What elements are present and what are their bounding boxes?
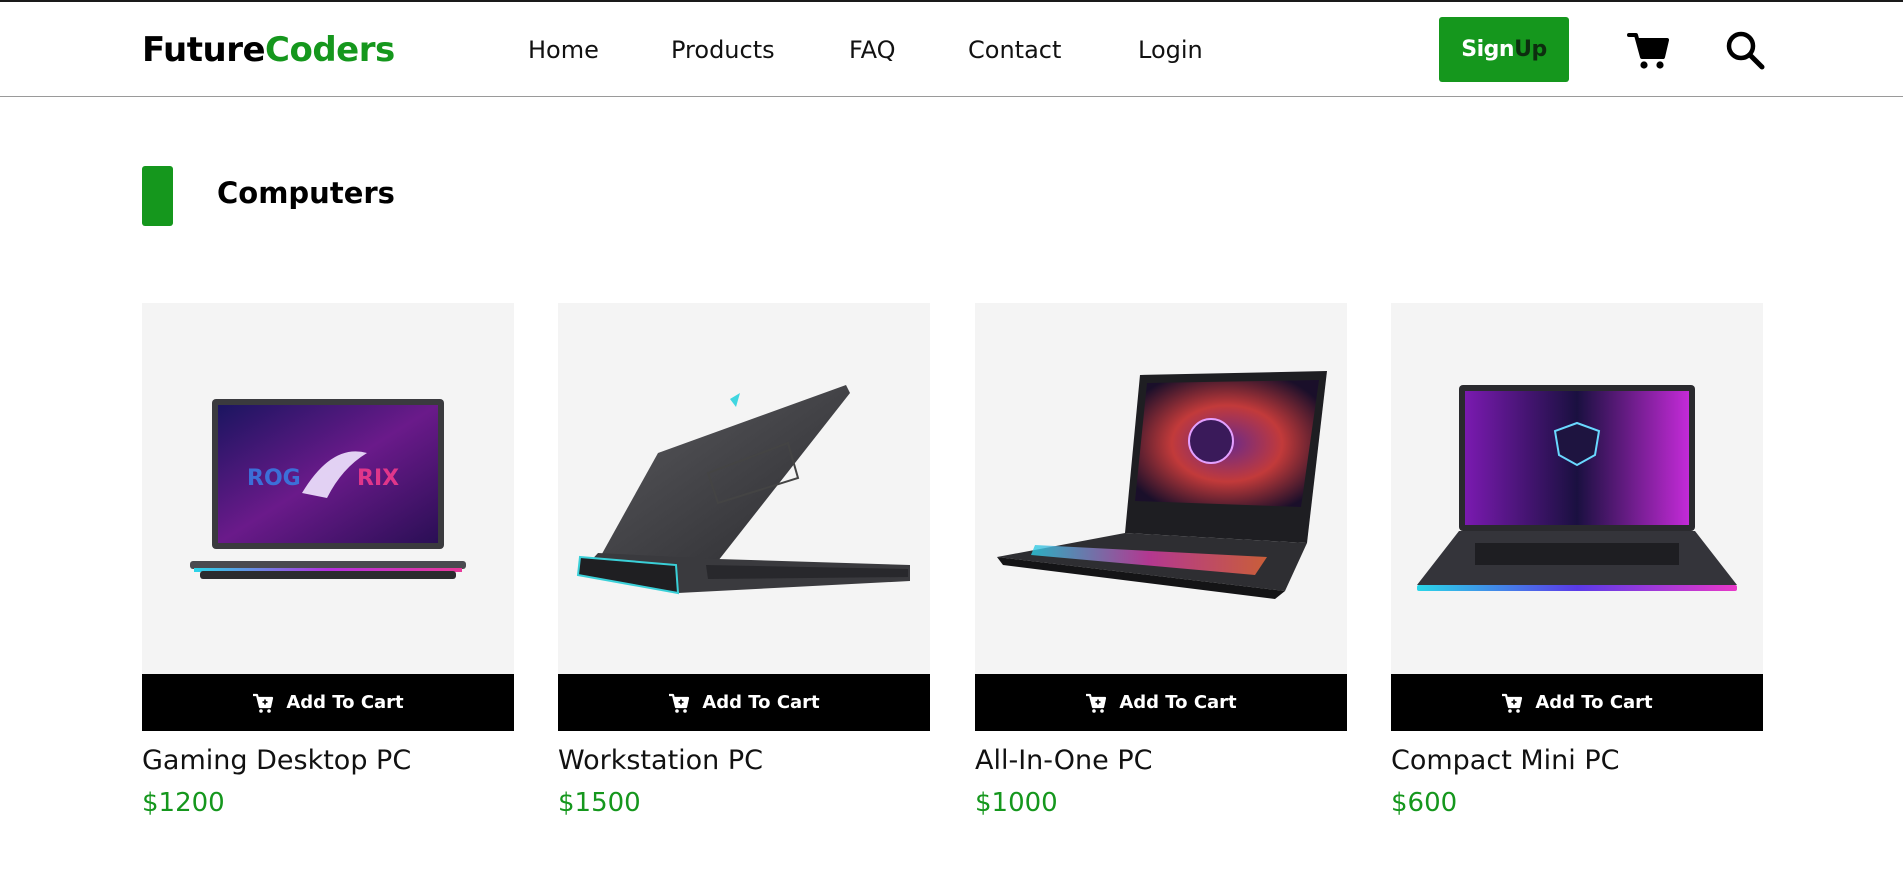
site-header: FutureCoders Home Products FAQ Contact L…	[0, 2, 1903, 97]
product-image-laptop-angle-msi[interactable]	[975, 303, 1347, 674]
product-card: ROG RIX Add To Cart Gaming Desktop PC $1…	[142, 303, 514, 818]
product-image-laptop-front-rog[interactable]: ROG RIX	[142, 303, 514, 674]
nav-login[interactable]: Login	[1138, 36, 1203, 64]
brand-name-part2: Coders	[265, 30, 395, 70]
section-marker	[142, 166, 173, 226]
add-to-cart-label: Add To Cart	[286, 692, 404, 713]
brand-name-part1: Future	[142, 30, 266, 70]
nav-contact[interactable]: Contact	[968, 36, 1061, 64]
add-to-cart-button[interactable]: Add To Cart	[975, 674, 1347, 731]
product-price: $1200	[142, 788, 225, 818]
nav-faq[interactable]: FAQ	[849, 36, 896, 64]
product-card: Add To Cart Workstation PC $1500	[558, 303, 930, 818]
product-price: $1500	[558, 788, 641, 818]
product-image-laptop-rear-alienware[interactable]	[558, 303, 930, 674]
search-icon[interactable]	[1725, 30, 1765, 70]
cart-icon	[1086, 693, 1107, 713]
nav-products[interactable]: Products	[671, 36, 775, 64]
cart-icon	[1502, 693, 1523, 713]
product-image-laptop-front-msi[interactable]	[1391, 303, 1763, 674]
svg-text:RIX: RIX	[357, 466, 399, 491]
signup-label-part1: Sign	[1461, 37, 1515, 62]
product-card: Add To Cart Compact Mini PC $600	[1391, 303, 1763, 818]
signup-label-part2: Up	[1514, 37, 1547, 62]
product-price: $1000	[975, 788, 1058, 818]
add-to-cart-button[interactable]: Add To Cart	[558, 674, 930, 731]
nav-home[interactable]: Home	[528, 36, 599, 64]
product-name: All-In-One PC	[975, 745, 1153, 776]
add-to-cart-label: Add To Cart	[1119, 692, 1237, 713]
add-to-cart-label: Add To Cart	[702, 692, 820, 713]
cart-icon[interactable]	[1627, 30, 1669, 70]
brand-logo[interactable]: FutureCoders	[142, 30, 395, 70]
product-name: Workstation PC	[558, 745, 764, 776]
add-to-cart-button[interactable]: Add To Cart	[1391, 674, 1763, 731]
product-price: $600	[1391, 788, 1458, 818]
cart-icon	[669, 693, 690, 713]
product-card: Add To Cart All-In-One PC $1000	[975, 303, 1347, 818]
product-name: Gaming Desktop PC	[142, 745, 412, 776]
product-name: Compact Mini PC	[1391, 745, 1620, 776]
add-to-cart-button[interactable]: Add To Cart	[142, 674, 514, 731]
add-to-cart-label: Add To Cart	[1535, 692, 1653, 713]
signup-button[interactable]: SignUp	[1439, 17, 1569, 82]
section-title: Computers	[217, 176, 395, 210]
svg-text:ROG: ROG	[247, 466, 301, 491]
cart-icon	[253, 693, 274, 713]
